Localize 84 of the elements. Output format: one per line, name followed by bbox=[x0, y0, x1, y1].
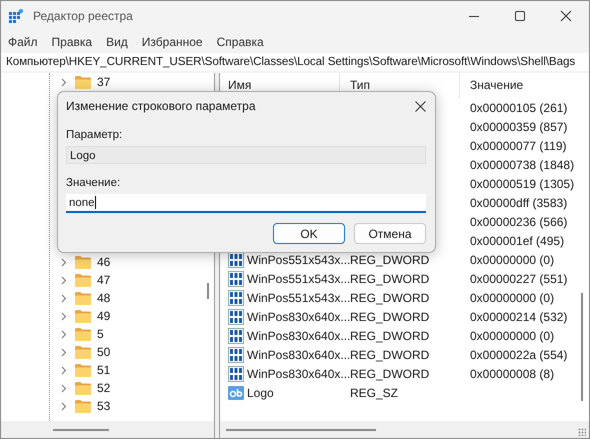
value-name[interactable]: WinPos551x543x... bbox=[247, 252, 350, 266]
registry-icon bbox=[9, 9, 23, 23]
value-type: REG_DWORD bbox=[350, 290, 430, 304]
value-data: 0x00000008 (8) bbox=[470, 366, 554, 380]
window-title: Редактор реестра bbox=[33, 9, 133, 23]
scrollbar-thumb[interactable] bbox=[207, 283, 209, 299]
folder-icon bbox=[75, 364, 91, 376]
resize-grip[interactable] bbox=[578, 428, 586, 436]
field-label: Параметр: bbox=[66, 128, 124, 142]
value-name[interactable]: Logo bbox=[247, 386, 274, 400]
address-bar[interactable]: Компьютер\HKEY_CURRENT_USER\Software\Classes\Local Settings\Software\Microsoft\Windows\Shell\Bags bbox=[1, 53, 589, 71]
binary-value-icon bbox=[228, 328, 244, 344]
value-data: 0x00000077 (119) bbox=[470, 138, 567, 152]
value-name[interactable]: WinPos551x543x... bbox=[247, 290, 350, 304]
tree-item[interactable]: 53 bbox=[97, 399, 110, 413]
value-type: REG_SZ bbox=[350, 386, 398, 400]
folder-icon bbox=[75, 292, 91, 304]
binary-value-icon bbox=[228, 270, 244, 286]
value-field[interactable]: none bbox=[66, 194, 426, 213]
field-label: Значение: bbox=[66, 176, 122, 190]
folder-icon bbox=[75, 382, 91, 394]
value-data: 0x00000000 (0) bbox=[470, 328, 554, 342]
folder-icon bbox=[75, 310, 91, 322]
value-data: 0x00000000 (0) bbox=[470, 252, 554, 266]
close-icon[interactable] bbox=[415, 100, 426, 112]
folder-icon bbox=[75, 400, 91, 412]
value-name[interactable]: WinPos830x640x... bbox=[247, 366, 350, 380]
value-data: 0x00000105 (261) bbox=[470, 100, 568, 114]
folder-icon bbox=[75, 76, 91, 88]
value-name[interactable]: WinPos830x640x... bbox=[247, 328, 350, 342]
tree-item[interactable]: 52 bbox=[97, 381, 110, 395]
tree-item[interactable]: 5 bbox=[97, 327, 104, 341]
binary-value-icon bbox=[228, 290, 244, 306]
value-type: REG_DWORD bbox=[350, 328, 430, 342]
value-data: 0x00000519 (1305) bbox=[470, 176, 574, 190]
tree-item[interactable]: 47 bbox=[97, 273, 110, 287]
tree-item[interactable]: 37 bbox=[97, 75, 110, 89]
menu-item[interactable]: Вид bbox=[106, 35, 128, 49]
cancel-button[interactable]: Отмена bbox=[354, 223, 426, 244]
tree-item[interactable]: 49 bbox=[97, 309, 110, 323]
name-field[interactable]: Logo bbox=[66, 146, 426, 164]
menu-item[interactable]: Файл bbox=[8, 35, 38, 49]
value-name[interactable]: WinPos830x640x... bbox=[247, 348, 350, 362]
menu-item[interactable]: Избранное bbox=[142, 35, 203, 49]
value-data: 0x00000227 (551) bbox=[470, 272, 568, 286]
value-type: REG_DWORD bbox=[350, 366, 430, 380]
folder-icon bbox=[75, 328, 91, 340]
tree-item[interactable]: 51 bbox=[97, 363, 110, 377]
value-data: 0x00000738 (1848) bbox=[470, 158, 574, 172]
value-data: 0x00000dff (3583) bbox=[470, 196, 568, 210]
close-icon[interactable] bbox=[560, 10, 572, 22]
maximize-icon[interactable] bbox=[514, 10, 526, 22]
binary-value-icon bbox=[228, 366, 244, 382]
value-data: 0x000001ef (495) bbox=[470, 234, 564, 248]
folder-icon bbox=[75, 346, 91, 358]
value-type: REG_DWORD bbox=[350, 348, 430, 362]
value-type: REG_DWORD bbox=[350, 252, 430, 266]
binary-value-icon bbox=[228, 308, 244, 324]
value-data: 0x00000000 (0) bbox=[470, 290, 554, 304]
column-header[interactable]: Значение bbox=[460, 73, 589, 98]
value-type: REG_DWORD bbox=[350, 272, 430, 286]
menu-item[interactable]: Правка bbox=[52, 35, 92, 49]
folder-icon bbox=[75, 274, 91, 286]
chevron-icon[interactable] bbox=[61, 78, 67, 86]
binary-value-icon bbox=[228, 346, 244, 362]
scrollbar-thumb[interactable] bbox=[53, 429, 109, 431]
ok-button[interactable]: OK bbox=[273, 223, 345, 244]
value-type: REG_DWORD bbox=[350, 310, 430, 324]
binary-value-icon bbox=[228, 252, 244, 268]
tree-item[interactable]: 48 bbox=[97, 291, 110, 305]
folder-icon bbox=[75, 256, 91, 268]
value-data: 0x00000359 (857) bbox=[470, 120, 568, 134]
value-data: 0x00000236 (566) bbox=[470, 214, 568, 228]
scrollbar-thumb[interactable] bbox=[226, 429, 376, 431]
string-value-icon bbox=[228, 384, 244, 400]
dialog-title: Изменение строкового параметра bbox=[66, 99, 256, 113]
tree-item[interactable]: 46 bbox=[97, 255, 110, 269]
tree-item[interactable]: 50 bbox=[97, 345, 110, 359]
scrollbar-thumb[interactable] bbox=[581, 293, 583, 401]
value-name[interactable]: WinPos830x640x... bbox=[247, 310, 350, 324]
value-name[interactable]: WinPos551x543x... bbox=[247, 272, 350, 286]
value-data: 0x0000022a (554) bbox=[470, 348, 568, 362]
value-data: 0x00000214 (532) bbox=[470, 310, 568, 324]
menu-item[interactable]: Справка bbox=[216, 35, 264, 49]
